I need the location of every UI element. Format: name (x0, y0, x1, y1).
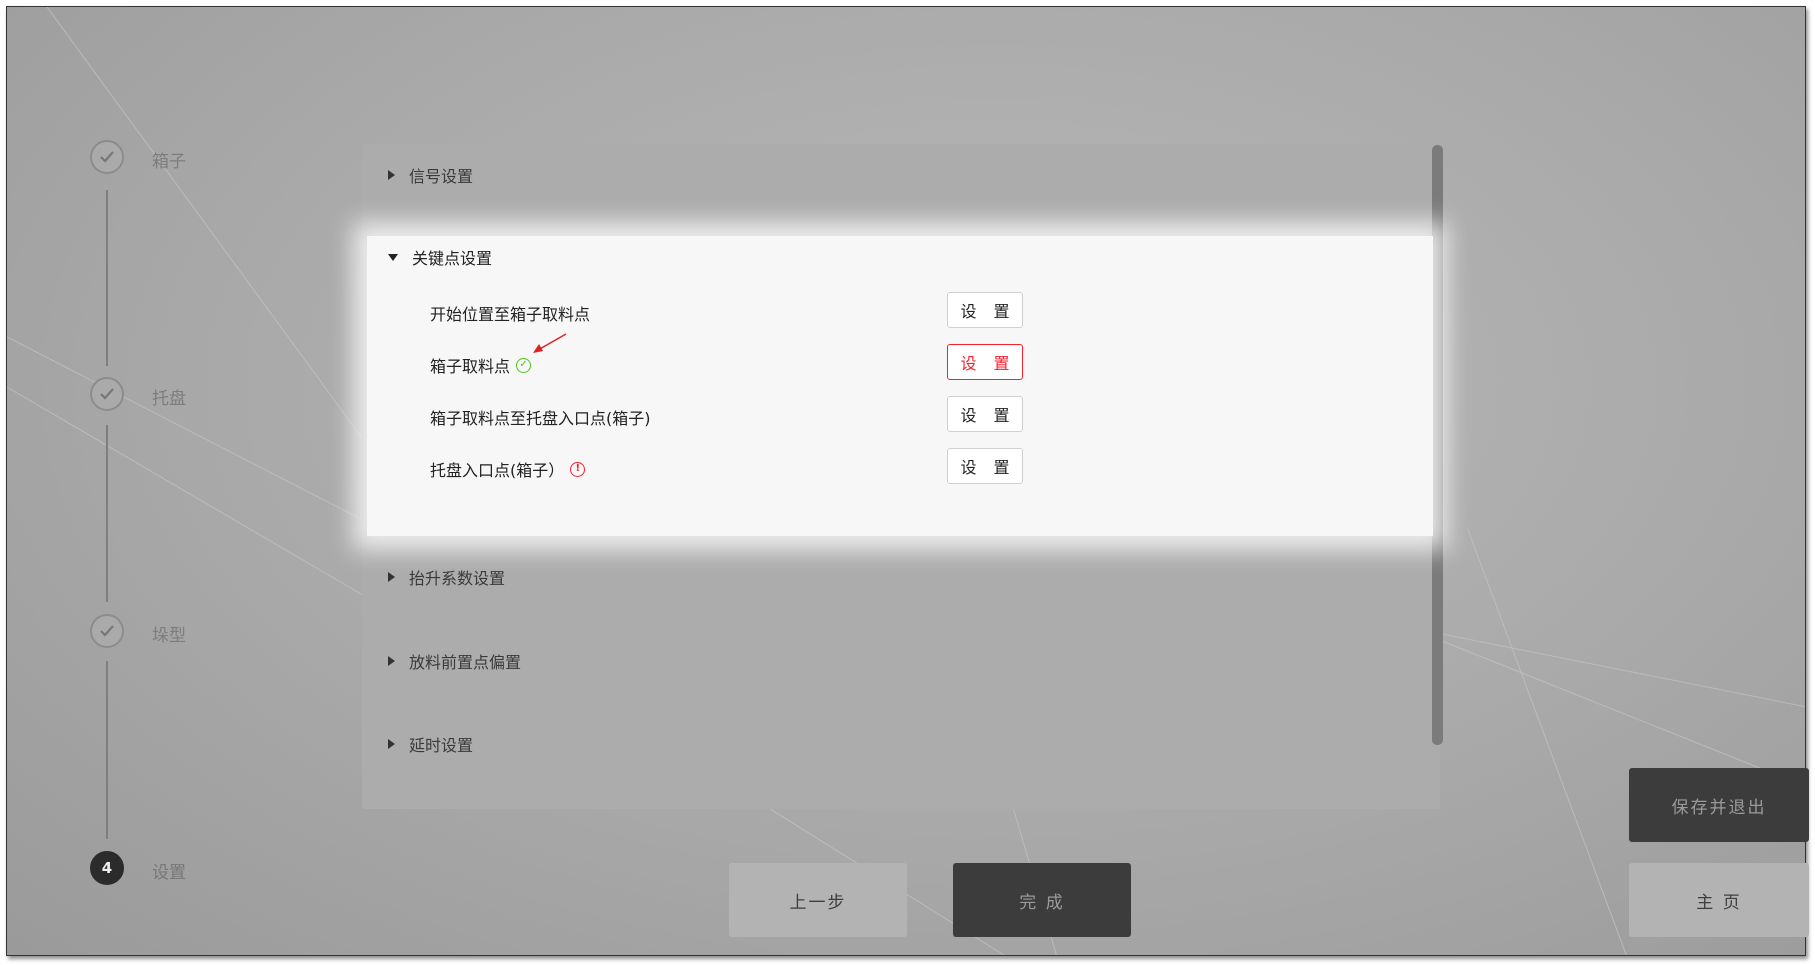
keypoint-label: 开始位置至箱子取料点 (430, 305, 591, 324)
keypoint-label: 箱子取料点至托盘入口点(箱子) (430, 409, 651, 428)
section-title: 抬升系数设置 (409, 569, 506, 588)
step-stack-pattern[interactable]: 垛型 (90, 614, 290, 654)
section-delay-settings[interactable]: 延时设置 (388, 729, 473, 759)
keypoint-label: 托盘入口点(箱子） ! (430, 457, 586, 481)
set-button[interactable]: 设 置 (947, 292, 1023, 328)
set-button[interactable]: 设 置 (947, 344, 1023, 380)
step-pallet[interactable]: 托盘 (90, 377, 290, 417)
section-lift-coefficient[interactable]: 抬升系数设置 (388, 562, 505, 592)
section-keypoint-settings: 关键点设置 开始位置至箱子取料点 设 置 箱子取料点 ✓ 设 置 箱子取料点至托… (367, 236, 1433, 536)
finish-button[interactable]: 完 成 (953, 863, 1131, 937)
keypoint-row: 托盘入口点(箱子） ! 设 置 (430, 448, 1130, 488)
check-icon (90, 377, 124, 411)
section-keypoint-header[interactable]: 关键点设置 (388, 242, 492, 272)
previous-step-button[interactable]: 上一步 (729, 863, 907, 937)
annotation-arrow-icon (533, 333, 567, 353)
section-title: 关键点设置 (412, 249, 493, 268)
caret-right-icon (388, 170, 395, 180)
step-box[interactable]: 箱子 (90, 140, 290, 180)
step-connector (106, 190, 108, 366)
step-label: 设置 (152, 863, 186, 883)
step-label: 托盘 (152, 389, 186, 409)
step-number: 4 (90, 851, 124, 885)
exclamation-circle-icon: ! (570, 461, 586, 477)
set-button[interactable]: 设 置 (947, 396, 1023, 432)
step-connector (106, 661, 108, 839)
keypoint-row: 箱子取料点至托盘入口点(箱子) 设 置 (430, 396, 1130, 436)
caret-down-icon (388, 253, 398, 261)
caret-right-icon (388, 656, 395, 666)
section-title: 信号设置 (409, 167, 474, 186)
step-label: 垛型 (152, 626, 186, 646)
set-button[interactable]: 设 置 (947, 448, 1023, 484)
check-circle-icon: ✓ (516, 357, 532, 373)
section-title: 放料前置点偏置 (409, 653, 522, 672)
keypoint-label: 箱子取料点 ✓ (430, 353, 532, 377)
scrollbar[interactable] (1432, 145, 1443, 745)
keypoint-row: 开始位置至箱子取料点 设 置 (430, 292, 1130, 332)
check-icon (90, 614, 124, 648)
step-label: 箱子 (152, 152, 186, 172)
caret-right-icon (388, 739, 395, 749)
section-title: 延时设置 (409, 736, 474, 755)
home-button[interactable]: 主 页 (1629, 863, 1809, 937)
step-connector (106, 425, 108, 602)
step-settings[interactable]: 4 设置 (90, 851, 290, 891)
check-icon (90, 140, 124, 174)
section-placement-offset[interactable]: 放料前置点偏置 (388, 646, 521, 676)
caret-right-icon (388, 572, 395, 582)
save-and-exit-button[interactable]: 保存并退出 (1629, 768, 1809, 842)
section-signal-settings[interactable]: 信号设置 (388, 160, 473, 190)
